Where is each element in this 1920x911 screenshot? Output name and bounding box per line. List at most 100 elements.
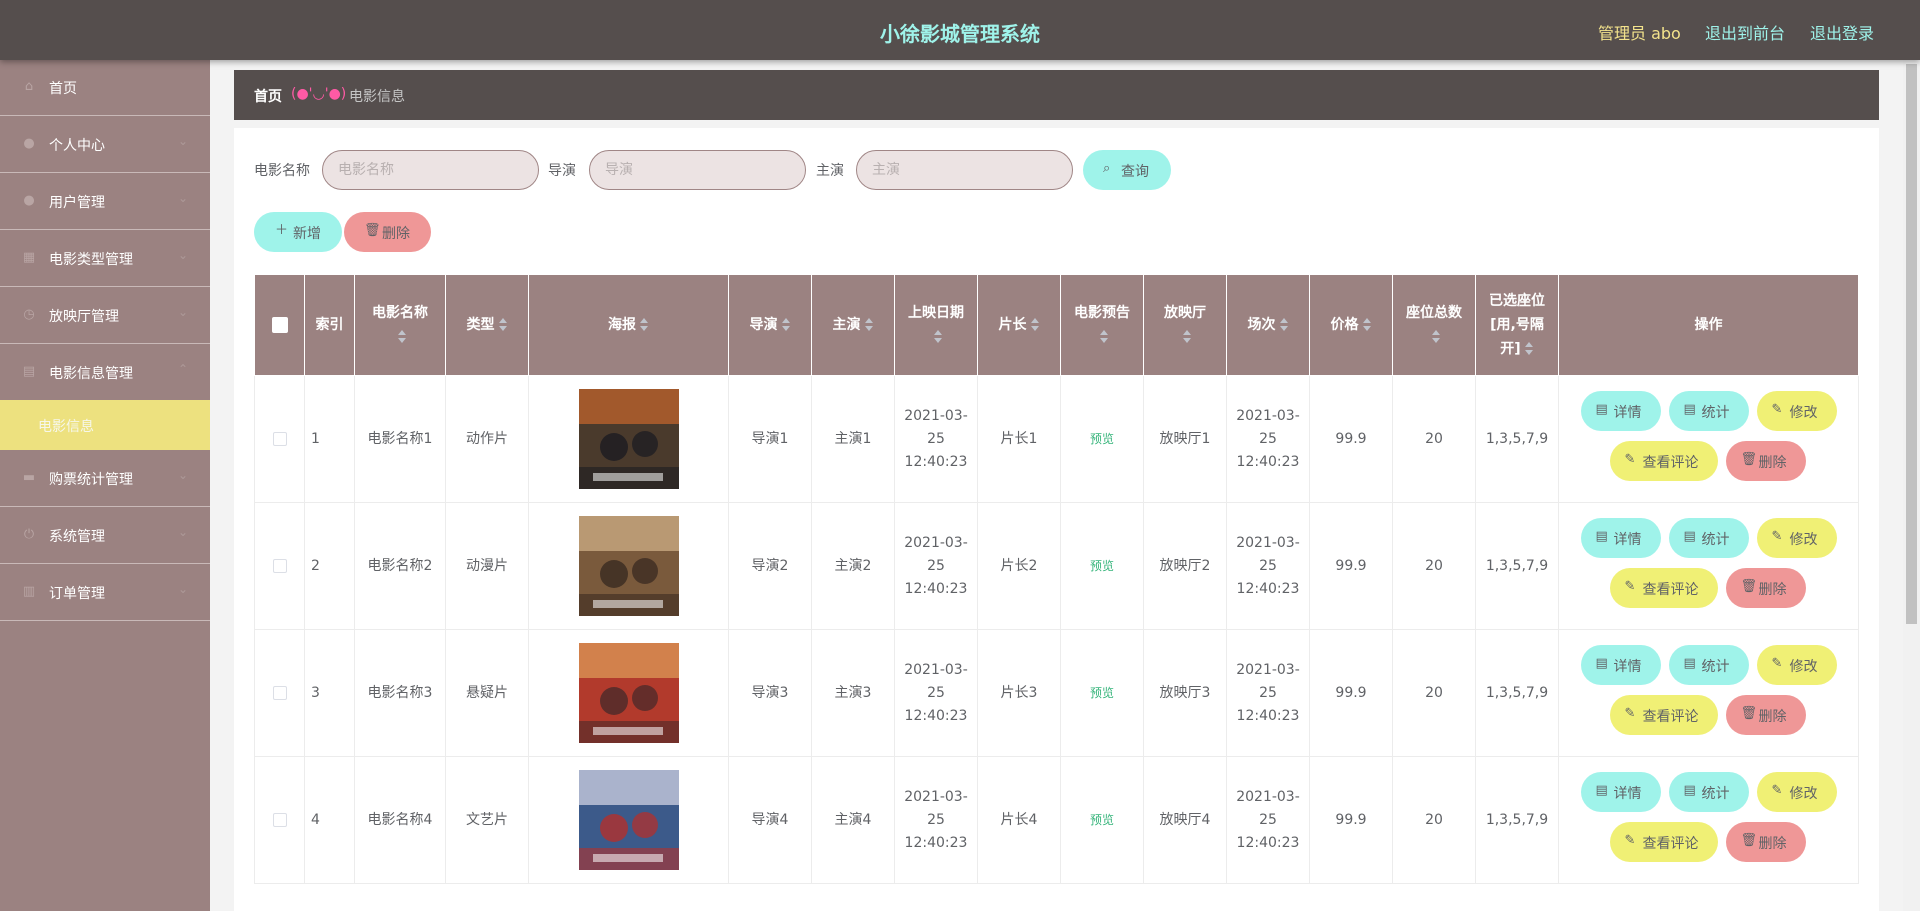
- document-icon: ▤: [1595, 783, 1608, 798]
- column-header[interactable]: 上映日期: [894, 275, 978, 376]
- column-header[interactable]: 座位总数: [1392, 275, 1476, 376]
- sort-icon[interactable]: [1030, 317, 1040, 333]
- cell-price: 99.9: [1309, 756, 1393, 884]
- detail-button[interactable]: ▤ 详情: [1580, 645, 1661, 685]
- breadcrumb-home[interactable]: 首页: [254, 86, 282, 106]
- column-header[interactable]: 已选座位[用,号隔开]: [1475, 275, 1559, 376]
- sidebar-item-movie-info-management[interactable]: ▤ 电影信息管理 ⌃: [0, 345, 210, 401]
- view-comments-button[interactable]: ✎ 查看评论: [1609, 695, 1718, 735]
- row-checkbox[interactable]: [272, 558, 287, 573]
- sidebar-item-user-management[interactable]: ● 用户管理 ⌄: [0, 174, 210, 230]
- column-header[interactable]: 片长: [977, 275, 1061, 376]
- trailer-preview-link[interactable]: 预览: [1090, 813, 1114, 827]
- sort-icon[interactable]: [1362, 317, 1372, 333]
- edit-icon: ✎: [1624, 706, 1636, 721]
- row-actions: ▤ 详情 ▤ 统计 ✎ 修改 ✎ 查看评论 🗑 删除: [1569, 645, 1849, 741]
- delete-row-button[interactable]: 🗑 删除: [1725, 695, 1806, 735]
- sort-icon[interactable]: [397, 329, 407, 345]
- sort-icon[interactable]: [781, 317, 791, 333]
- column-header: 操作: [1558, 275, 1859, 376]
- trailer-preview-link[interactable]: 预览: [1090, 432, 1114, 446]
- cell-poster: [528, 756, 729, 884]
- movie-name-input[interactable]: [322, 150, 539, 190]
- cell-trailer: 预览: [1060, 375, 1144, 503]
- search-icon: ⌕: [1103, 161, 1111, 176]
- sort-icon[interactable]: [498, 317, 508, 333]
- row-checkbox[interactable]: [272, 812, 287, 827]
- column-header[interactable]: 场次: [1226, 275, 1310, 376]
- sort-icon[interactable]: [640, 317, 649, 333]
- add-button[interactable]: ＋ 新增: [254, 212, 342, 252]
- sort-icon[interactable]: [1099, 329, 1109, 345]
- sort-icon[interactable]: [1279, 317, 1289, 333]
- query-button[interactable]: ⌕ 查询: [1083, 150, 1171, 190]
- sort-icon[interactable]: [933, 329, 943, 345]
- detail-button[interactable]: ▤ 详情: [1580, 518, 1661, 558]
- detail-button[interactable]: ▤ 详情: [1580, 391, 1661, 431]
- exit-to-front-link[interactable]: 退出到前台: [1705, 20, 1785, 44]
- sidebar-item-label: 系统管理: [49, 529, 105, 545]
- cell-hall: 放映厅3: [1143, 629, 1227, 757]
- column-header[interactable]: 类型: [445, 275, 529, 376]
- stats-button[interactable]: ▤ 统计: [1668, 518, 1749, 558]
- stats-button[interactable]: ▤ 统计: [1668, 645, 1749, 685]
- sort-icon[interactable]: [864, 317, 874, 333]
- column-header[interactable]: 电影名称: [354, 275, 446, 376]
- column-header[interactable]: 导演: [728, 275, 812, 376]
- poster-image[interactable]: [578, 389, 679, 489]
- sidebar: ⌂ 首页 ● 个人中心 ⌄ ● 用户管理 ⌄ ▦ 电影类型管理 ⌄ ◷ 放映厅管…: [0, 60, 210, 911]
- row-checkbox[interactable]: [272, 685, 287, 700]
- edit-button[interactable]: ✎ 修改: [1756, 518, 1837, 558]
- sidebar-subitem-movie-info[interactable]: 电影信息: [0, 400, 210, 450]
- sidebar-item-label: 放映厅管理: [49, 309, 119, 325]
- sidebar-item-system-management[interactable]: ⏻ 系统管理 ⌄: [0, 508, 210, 564]
- logout-link[interactable]: 退出登录: [1810, 20, 1874, 44]
- delete-row-button[interactable]: 🗑 删除: [1725, 822, 1806, 862]
- delete-row-button[interactable]: 🗑 删除: [1725, 441, 1806, 481]
- scrollbar-thumb[interactable]: [1906, 64, 1917, 624]
- cell-operations: ▤ 详情 ▤ 统计 ✎ 修改 ✎ 查看评论 🗑 删除: [1558, 629, 1859, 757]
- sort-icon[interactable]: [1182, 329, 1192, 345]
- sort-icon[interactable]: [1431, 329, 1441, 345]
- trailer-preview-link[interactable]: 预览: [1090, 686, 1114, 700]
- sidebar-item-ticket-stats-management[interactable]: ▬ 购票统计管理 ⌄: [0, 451, 210, 507]
- edit-button[interactable]: ✎ 修改: [1756, 391, 1837, 431]
- detail-button[interactable]: ▤ 详情: [1580, 772, 1661, 812]
- actor-input[interactable]: [856, 150, 1073, 190]
- cell-poster: [528, 629, 729, 757]
- cell-index: 4: [304, 756, 355, 884]
- power-icon: ⏻: [23, 527, 35, 542]
- select-all-checkbox[interactable]: [271, 317, 288, 333]
- sidebar-item-home[interactable]: ⌂ 首页: [0, 60, 210, 116]
- edit-button[interactable]: ✎ 修改: [1756, 645, 1837, 685]
- column-header[interactable]: 放映厅: [1143, 275, 1227, 376]
- column-header[interactable]: 价格: [1309, 275, 1393, 376]
- sidebar-item-order-management[interactable]: ▥ 订单管理 ⌄: [0, 565, 210, 621]
- trailer-preview-link[interactable]: 预览: [1090, 559, 1114, 573]
- column-header[interactable]: 海报: [528, 275, 729, 376]
- director-input[interactable]: [589, 150, 806, 190]
- sidebar-item-movie-type-management[interactable]: ▦ 电影类型管理 ⌄: [0, 231, 210, 287]
- delete-row-button[interactable]: 🗑 删除: [1725, 568, 1806, 608]
- actor-label: 主演: [816, 163, 844, 179]
- batch-delete-button[interactable]: 🗑 删除: [344, 212, 431, 252]
- view-comments-button[interactable]: ✎ 查看评论: [1609, 822, 1718, 862]
- chevron-down-icon: ⌄: [178, 191, 189, 205]
- stats-button[interactable]: ▤ 统计: [1668, 772, 1749, 812]
- column-header[interactable]: 电影预告: [1060, 275, 1144, 376]
- stats-button[interactable]: ▤ 统计: [1668, 391, 1749, 431]
- view-comments-button[interactable]: ✎ 查看评论: [1609, 441, 1718, 481]
- row-checkbox[interactable]: [272, 431, 287, 446]
- poster-image[interactable]: [578, 516, 679, 616]
- sidebar-item-personal-center[interactable]: ● 个人中心 ⌄: [0, 117, 210, 173]
- poster-image[interactable]: [578, 643, 679, 743]
- view-comments-button[interactable]: ✎ 查看评论: [1609, 568, 1718, 608]
- sort-icon[interactable]: [1524, 341, 1534, 357]
- cell-movie-name: 电影名称2: [354, 502, 446, 630]
- edit-button[interactable]: ✎ 修改: [1756, 772, 1837, 812]
- movie-table: 索引 电影名称 类型 海报 导演 主演 上映日期 片长 电影预告 放映厅 场次 …: [254, 275, 1859, 884]
- movie-name-label: 电影名称: [254, 163, 310, 179]
- column-header[interactable]: 主演: [811, 275, 895, 376]
- sidebar-item-hall-management[interactable]: ◷ 放映厅管理 ⌄: [0, 288, 210, 344]
- poster-image[interactable]: [578, 770, 679, 870]
